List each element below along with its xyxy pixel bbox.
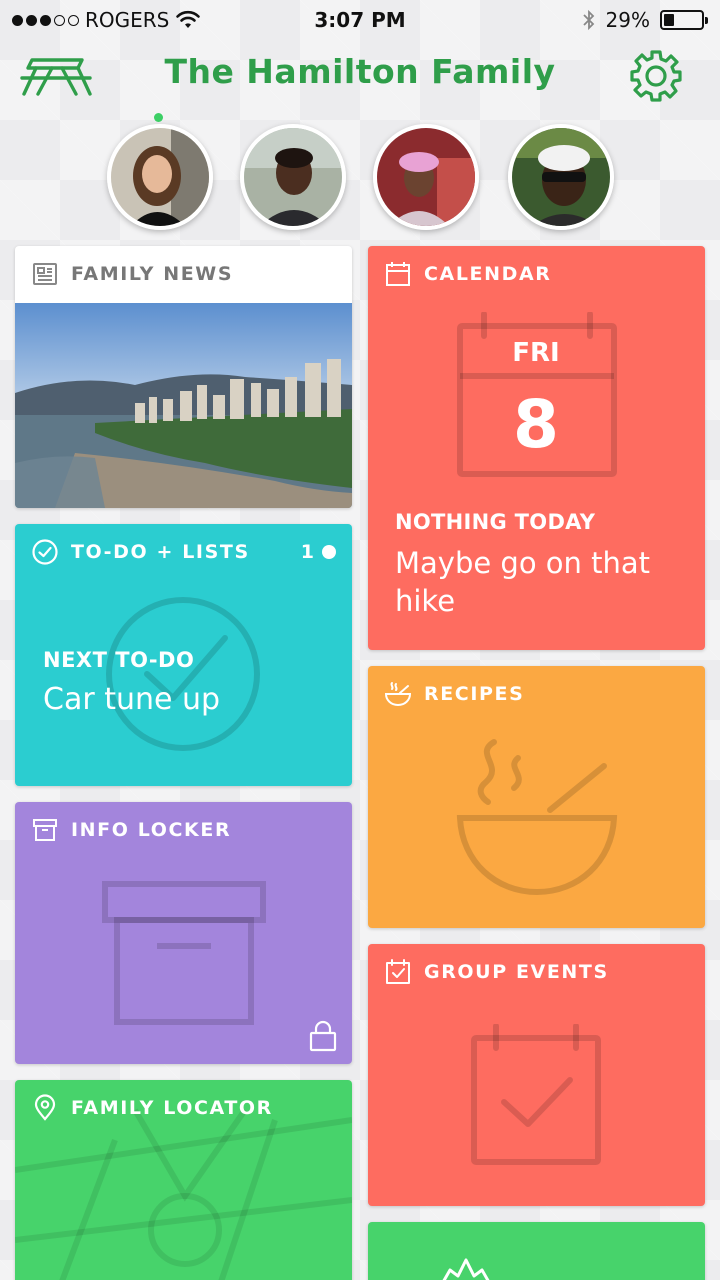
bowl-icon (384, 682, 412, 707)
badge-icon (442, 1258, 490, 1280)
battery-percent: 29% (605, 8, 650, 32)
calendar-date: 8 (513, 386, 559, 463)
recipes-header: RECIPES (384, 680, 524, 708)
family-news-label: FAMILY NEWS (71, 263, 234, 285)
online-indicator (154, 113, 163, 122)
avatar-dad[interactable] (508, 124, 614, 230)
recipes-label: RECIPES (424, 683, 525, 705)
family-locator-label: FAMILY LOCATOR (71, 1097, 273, 1119)
unread-dot (322, 545, 336, 559)
calendar-icon (386, 262, 410, 286)
group-events-card[interactable]: GROUP EVENTS (368, 944, 705, 1206)
bluetooth-icon (582, 9, 594, 31)
avatar-mom[interactable] (107, 124, 213, 230)
calendar-check-icon (386, 959, 410, 984)
calendar-card[interactable]: CALENDAR FRI 8 NOTHING TODAY Maybe go on… (368, 246, 705, 650)
calendar-status: NOTHING TODAY (395, 510, 596, 534)
battery-area: 29% (582, 8, 708, 32)
todo-count: 1 (300, 541, 314, 563)
todo-label: TO-DO + LISTS (71, 541, 250, 563)
check-circle-watermark-icon (106, 597, 260, 751)
news-photo[interactable] (15, 303, 352, 508)
info-locker-header: INFO LOCKER (31, 816, 231, 844)
status-bar: ROGERS 3:07 PM 29% (0, 0, 720, 40)
next-card[interactable] (368, 1222, 705, 1280)
calendar-label: CALENDAR (424, 263, 552, 285)
next-todo-label: NEXT TO-DO (43, 648, 195, 672)
todo-count-badge: 1 (301, 541, 336, 563)
calendar-day: FRI (512, 338, 560, 368)
avatar-son[interactable] (240, 124, 346, 230)
location-pin-icon (34, 1094, 56, 1121)
archive-box-icon (33, 819, 57, 841)
todo-lists-card[interactable]: TO-DO + LISTS 1 NEXT TO-DO Car tune up (15, 524, 352, 786)
family-news-header: FAMILY NEWS (31, 260, 233, 288)
page-title: The Hamilton Family (164, 52, 556, 91)
newspaper-icon (33, 263, 57, 285)
calendar-check-watermark-icon (471, 1024, 601, 1165)
app-header: The Hamilton Family (0, 40, 720, 110)
recipes-card[interactable]: RECIPES (368, 666, 705, 928)
family-members (0, 112, 720, 236)
todo-header: TO-DO + LISTS (31, 538, 250, 566)
battery-icon (660, 10, 708, 30)
group-events-label: GROUP EVENTS (424, 961, 609, 983)
bowl-watermark-icon (456, 739, 618, 896)
calendar-suggestion: Maybe go on that hike (395, 546, 651, 618)
calendar-header: CALENDAR (384, 260, 552, 288)
archive-box-watermark-icon (102, 881, 266, 1025)
gear-icon[interactable] (628, 48, 684, 104)
check-circle-icon (32, 539, 58, 565)
info-locker-label: INFO LOCKER (71, 819, 232, 841)
family-locator-header: FAMILY LOCATOR (31, 1094, 273, 1122)
family-locator-card[interactable]: FAMILY LOCATOR (15, 1080, 352, 1280)
group-events-header: GROUP EVENTS (384, 958, 609, 986)
lock-icon (309, 1020, 337, 1052)
avatar-daughter[interactable] (373, 124, 479, 230)
next-todo-value: Car tune up (43, 682, 221, 717)
family-news-card[interactable]: FAMILY NEWS (15, 246, 352, 508)
info-locker-card[interactable]: INFO LOCKER (15, 802, 352, 1064)
